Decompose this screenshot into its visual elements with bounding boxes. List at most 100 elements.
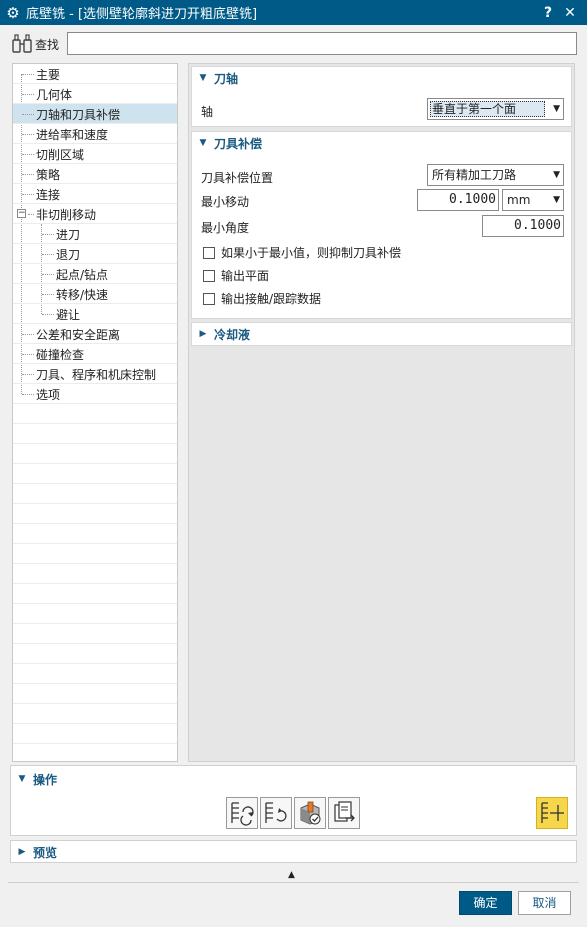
generate-button[interactable] (226, 797, 258, 829)
output-contact-checkbox[interactable]: 输出接触/跟踪数据 (203, 290, 321, 307)
tree-item-label: 刀具、程序和机床控制 (36, 368, 157, 382)
find-input[interactable] (67, 32, 577, 55)
binoculars-icon (12, 34, 32, 53)
tree-item-cut-region[interactable]: 切削区域 (13, 144, 177, 164)
checkbox-box[interactable] (203, 292, 215, 305)
collapse-icon[interactable]: − (17, 209, 26, 218)
collapsed-triangle-icon: ▶ (18, 847, 26, 857)
collapse-up-icon[interactable]: ▲ (288, 870, 295, 880)
unit-value: mm (507, 193, 531, 207)
tree-empty-row (13, 424, 177, 444)
operations-header[interactable]: ▼ 操作 (11, 768, 57, 790)
tree-item-label: 刀轴和刀具补偿 (36, 108, 121, 122)
axis-label: 轴 (201, 105, 214, 119)
tree-item-label: 退刀 (56, 248, 81, 262)
preview-header[interactable]: ▶ 预览 (11, 841, 576, 863)
tree-empty-row (13, 484, 177, 504)
comp-position-select[interactable]: 所有精加工刀路 ▼ (427, 164, 564, 186)
tree-item-tolerances[interactable]: 公差和安全距离 (13, 324, 177, 344)
tree-item-transfer-rapid[interactable]: 转移/快速 (13, 284, 177, 304)
tool-comp-header[interactable]: ▼ 刀具补偿 (192, 132, 571, 154)
axis-select-value: 垂直于第一个面 (432, 102, 517, 116)
gear-icon[interactable]: ⚙ (0, 4, 26, 22)
close-button[interactable]: ✕ (559, 5, 581, 21)
tool-comp-section: ▼ 刀具补偿 刀具补偿位置 所有精加工刀路 ▼ 最小移动 0.1000 mm ▼… (191, 131, 572, 319)
find-row: 查找 (0, 31, 587, 57)
tree-empty-row (13, 444, 177, 464)
tree-item-main[interactable]: 主要 (13, 64, 177, 84)
min-move-label: 最小移动 (201, 195, 250, 209)
tree-item-tool-axis-comp[interactable]: 刀轴和刀具补偿 (13, 104, 177, 124)
verify-icon (300, 801, 321, 825)
tree-item-label: 选项 (36, 388, 61, 402)
tree-item-label: 非切削移动 (36, 208, 97, 222)
tree-item-label: 进刀 (56, 228, 81, 242)
coolant-section[interactable]: ▶ 冷却液 (191, 322, 572, 346)
tree-item-start-drill-points[interactable]: 起点/钻点 (13, 264, 177, 284)
checkbox-box[interactable] (203, 269, 215, 282)
verify-button[interactable] (294, 797, 326, 829)
tree-item-feeds-speeds[interactable]: 进给率和速度 (13, 124, 177, 144)
min-move-unit-select[interactable]: mm ▼ (502, 189, 564, 211)
edit-display-button[interactable] (536, 797, 568, 829)
tree-item-geometry[interactable]: 几何体 (13, 84, 177, 104)
generate-path-icon (231, 802, 254, 826)
tree-item-retract[interactable]: 退刀 (13, 244, 177, 264)
min-angle-input[interactable]: 0.1000 (482, 215, 564, 237)
output-plane-checkbox[interactable]: 输出平面 (203, 267, 269, 284)
list-button[interactable] (328, 797, 360, 829)
tree-item-label: 起点/钻点 (56, 268, 109, 282)
tree-item-label: 主要 (36, 68, 61, 82)
tree-item-label: 进给率和速度 (36, 128, 109, 142)
tree-item-avoidance[interactable]: 避让 (13, 304, 177, 324)
tree-item-connections[interactable]: 连接 (13, 184, 177, 204)
checkbox-label: 输出平面 (221, 269, 270, 283)
chevron-down-icon: ▼ (553, 195, 560, 205)
tree-empty-row (13, 584, 177, 604)
suppress-comp-checkbox[interactable]: 如果小于最小值，则抑制刀具补偿 (203, 244, 401, 261)
axis-select[interactable]: 垂直于第一个面 ▼ (427, 98, 564, 120)
collapsed-triangle-icon: ▶ (199, 329, 207, 339)
tree-empty-row (13, 524, 177, 544)
comp-position-value: 所有精加工刀路 (432, 168, 517, 182)
tree-item-strategy[interactable]: 策略 (13, 164, 177, 184)
tree-empty-row (13, 604, 177, 624)
tree-item-label: 转移/快速 (56, 288, 109, 302)
tool-axis-header[interactable]: ▼ 刀轴 (192, 67, 571, 89)
section-title: 刀具补偿 (214, 136, 263, 151)
expanded-triangle-icon: ▼ (199, 138, 207, 148)
tree-item-collision-check[interactable]: 碰撞检查 (13, 344, 177, 364)
tree-empty-row (13, 564, 177, 584)
title-bar: ⚙ 底壁铣 - [选侧壁轮廓斜进刀开粗底壁铣] ? ✕ (0, 0, 587, 25)
coolant-header[interactable]: ▶ 冷却液 (192, 323, 571, 345)
tree-empty-row (13, 644, 177, 664)
cancel-button[interactable]: 取消 (518, 891, 571, 915)
min-move-input[interactable]: 0.1000 (417, 189, 499, 211)
tree-item-options[interactable]: 选项 (13, 384, 177, 404)
tree-item-label: 避让 (56, 308, 81, 322)
section-title: 预览 (33, 845, 58, 860)
tree-item-label: 策略 (36, 168, 61, 182)
window-title: 底壁铣 - [选侧壁轮廓斜进刀开粗底壁铣] (26, 7, 258, 22)
help-button[interactable]: ? (537, 5, 559, 21)
expanded-triangle-icon: ▼ (199, 73, 207, 83)
tree-item-label: 连接 (36, 188, 61, 202)
operations-section: ▼ 操作 (10, 765, 577, 836)
tree-empty-row (13, 704, 177, 724)
nav-tree[interactable]: 主要 几何体 刀轴和刀具补偿 进给率和速度 切削区域 策略 连接 − 非切削移动… (12, 63, 178, 762)
tree-empty-row (13, 724, 177, 744)
list-output-icon (334, 801, 355, 822)
checkbox-box[interactable] (203, 246, 215, 259)
tree-item-non-cutting-moves[interactable]: − 非切削移动 (13, 204, 177, 224)
find-label: 查找 (35, 37, 60, 52)
checkbox-label: 如果小于最小值，则抑制刀具补偿 (221, 246, 402, 260)
ok-button[interactable]: 确定 (459, 891, 512, 915)
tree-item-tool-program-machine[interactable]: 刀具、程序和机床控制 (13, 364, 177, 384)
tree-item-label: 几何体 (36, 88, 73, 102)
preview-section[interactable]: ▶ 预览 (10, 840, 577, 863)
tree-item-engage[interactable]: 进刀 (13, 224, 177, 244)
checkbox-label: 输出接触/跟踪数据 (221, 292, 322, 306)
tool-axis-section: ▼ 刀轴 轴 垂直于第一个面 ▼ (191, 66, 572, 127)
replay-button[interactable] (260, 797, 292, 829)
tree-empty-row (13, 504, 177, 524)
